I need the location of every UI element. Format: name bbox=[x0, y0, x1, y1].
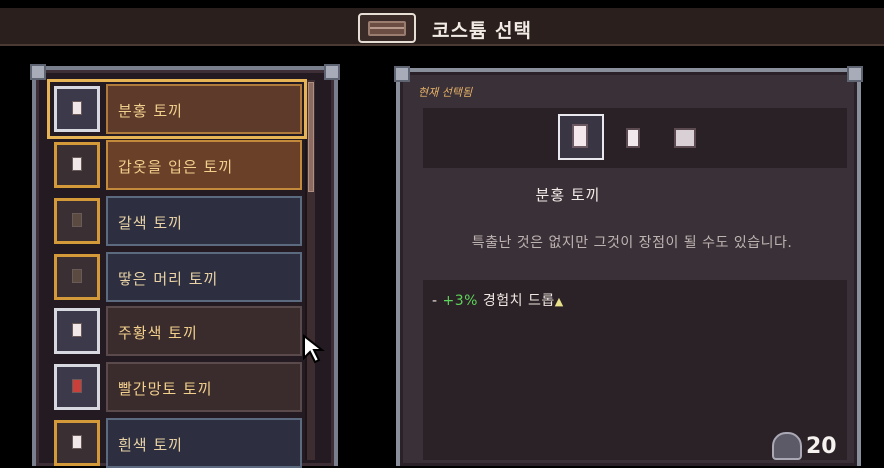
costume-item-orange-rabbit[interactable]: 주황색 토끼 bbox=[52, 306, 302, 356]
rabbit-preview-icon[interactable] bbox=[558, 114, 604, 160]
rabbit-variant-icon[interactable] bbox=[674, 128, 696, 148]
rabbit-variant-icon[interactable] bbox=[626, 128, 640, 148]
rabbit-icon bbox=[54, 420, 100, 466]
costume-name: 갑옷을 입은 토끼 bbox=[118, 158, 234, 176]
costume-name: 빨간망토 토끼 bbox=[118, 380, 213, 398]
scroll-thumb[interactable] bbox=[308, 82, 314, 192]
arrow-up-icon: ▲ bbox=[554, 295, 564, 308]
page-title: 코스튬 선택 bbox=[432, 20, 533, 42]
scrollbar[interactable] bbox=[305, 80, 315, 460]
current-selected-label: 현재 선택됨 bbox=[418, 86, 473, 99]
costume-item-armored-rabbit[interactable]: 갑옷을 입은 토끼 bbox=[52, 140, 302, 190]
rabbit-icon bbox=[54, 142, 100, 188]
costume-name: 갈색 토끼 bbox=[118, 214, 183, 232]
selected-costume-name: 분홍 토끼 bbox=[535, 186, 601, 204]
costume-description: 특출난 것은 없지만 그것이 장점이 될 수도 있습니다. bbox=[471, 235, 793, 251]
rabbit-icon bbox=[54, 364, 100, 410]
costume-name: 땋은 머리 토끼 bbox=[118, 270, 219, 288]
rabbit-icon bbox=[54, 86, 100, 132]
costume-name: 주황색 토끼 bbox=[118, 324, 198, 342]
cursor-icon bbox=[303, 334, 325, 364]
stat-prefix: - bbox=[432, 293, 443, 309]
gem-icon bbox=[772, 432, 802, 460]
costume-item-braided-rabbit[interactable]: 땋은 머리 토끼 bbox=[52, 252, 302, 302]
currency-count: 20 bbox=[806, 434, 837, 459]
costume-item-white-rabbit[interactable]: 흰색 토끼 bbox=[52, 418, 302, 468]
rabbit-icon bbox=[54, 308, 100, 354]
title-bar: 코스튬 선택 bbox=[0, 0, 884, 46]
costume-item-pink-rabbit[interactable]: 분홍 토끼 bbox=[47, 79, 307, 139]
costume-item-red-hood-rabbit[interactable]: 빨간망토 토끼 bbox=[52, 362, 302, 412]
chest-icon bbox=[358, 13, 416, 43]
costume-name: 분홍 토끼 bbox=[118, 102, 183, 120]
stat-text: 경험치 드롭 bbox=[477, 293, 555, 309]
costume-name: 흰색 토끼 bbox=[118, 436, 183, 454]
rabbit-icon bbox=[54, 254, 100, 300]
stat-value: +3% bbox=[442, 293, 478, 309]
stat-line: - +3% 경험치 드롭▲ bbox=[432, 290, 564, 310]
